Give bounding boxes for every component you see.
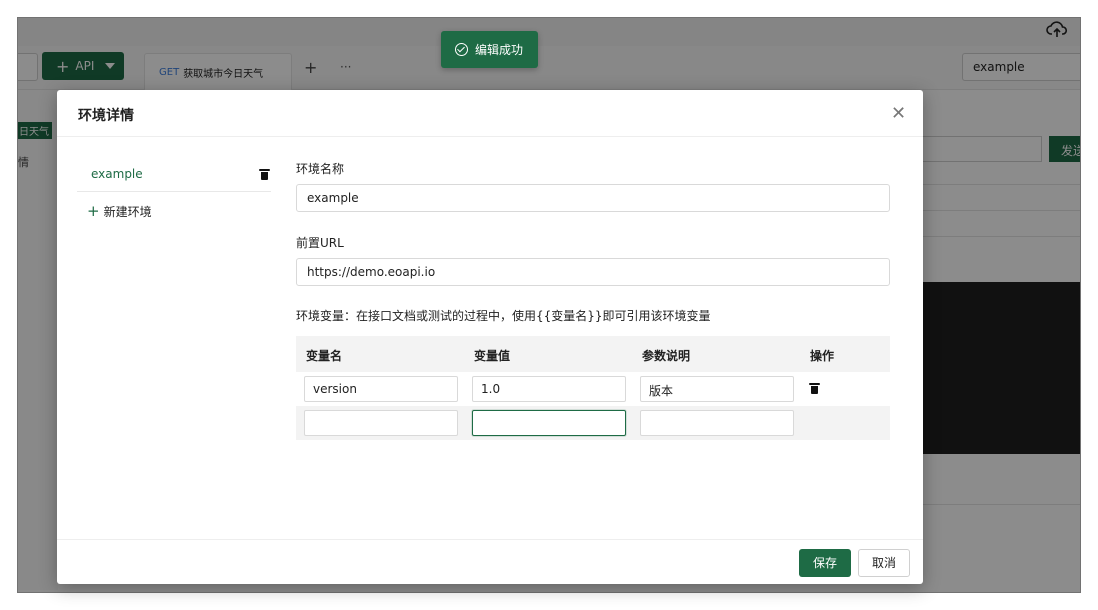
plus-icon: +: [87, 202, 100, 220]
var-name-input[interactable]: [304, 410, 458, 436]
table-row: [296, 406, 890, 440]
var-value-input[interactable]: 1.0: [472, 376, 626, 402]
success-toast: 编辑成功: [441, 31, 538, 68]
env-item-name: example: [91, 167, 143, 181]
table-row: version 1.0 版本: [296, 372, 890, 406]
url-input[interactable]: https://demo.eoapi.io: [296, 258, 890, 286]
var-description-input[interactable]: [640, 410, 794, 436]
var-value-input[interactable]: [472, 410, 626, 436]
save-button[interactable]: 保存: [799, 549, 851, 577]
variables-table: 变量名 变量值 参数说明 操作 version 1.0 版本: [296, 336, 890, 442]
new-env-button[interactable]: + 新建环境: [87, 202, 152, 220]
check-circle-icon: [455, 43, 468, 56]
close-icon[interactable]: ✕: [891, 103, 906, 124]
toast-message: 编辑成功: [475, 43, 524, 57]
trash-icon[interactable]: [809, 383, 820, 394]
environment-detail-modal: 环境详情 ✕ example + 新建环境 环境名称 example 前置URL…: [57, 90, 923, 584]
trash-icon[interactable]: [259, 169, 270, 180]
vars-description: 环境变量：在接口文档或测试的过程中，使用{{变量名}}即可引用该环境变量: [296, 309, 711, 323]
cancel-button[interactable]: 取消: [858, 549, 910, 577]
url-label: 前置URL: [296, 236, 344, 250]
env-name-input[interactable]: example: [296, 184, 890, 212]
env-name-label: 环境名称: [296, 162, 345, 176]
var-name-input[interactable]: version: [304, 376, 458, 402]
column-header: 变量值: [474, 349, 511, 363]
new-env-label: 新建环境: [103, 204, 152, 219]
var-description-input[interactable]: 版本: [640, 376, 794, 402]
modal-footer: 保存 取消: [57, 539, 923, 584]
column-header: 操作: [810, 349, 835, 363]
table-header: 变量名 变量值 参数说明 操作: [296, 336, 890, 372]
column-header: 参数说明: [642, 349, 691, 363]
modal-title: 环境详情: [78, 108, 134, 124]
column-header: 变量名: [306, 349, 343, 363]
env-list-item[interactable]: example: [77, 156, 271, 192]
modal-header: 环境详情 ✕: [57, 90, 923, 137]
